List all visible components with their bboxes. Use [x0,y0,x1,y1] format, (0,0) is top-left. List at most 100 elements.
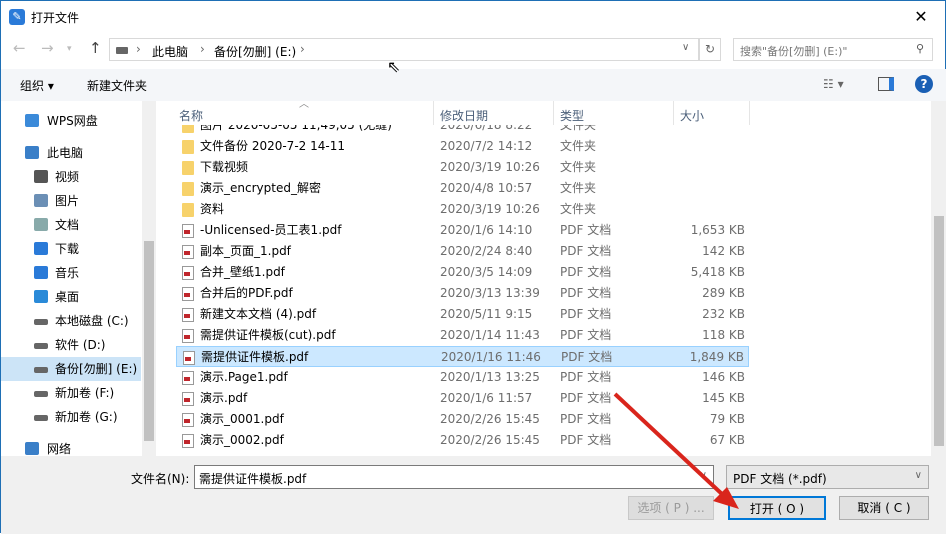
pdf-file-icon [182,434,194,448]
refresh-button[interactable]: ↻ [699,38,721,61]
file-row[interactable]: 演示_0001.pdf 2020/2/26 15:45 PDF 文档 79 KB [176,409,749,430]
file-size: 1,653 KB [690,223,745,237]
address-bar[interactable]: › 此电脑 › 备份[勿删] (E:) › ∨ [109,38,699,61]
pdf-file-icon [182,329,194,343]
file-name: 演示_0002.pdf [200,433,284,447]
file-row[interactable]: 演示.pdf 2020/1/6 11:57 PDF 文档 145 KB [176,388,749,409]
open-button[interactable]: 打开 ( O ) [728,496,826,520]
file-size: 79 KB [709,412,745,426]
cloud-icon [25,114,39,127]
file-row[interactable]: 文件备份 2020-7-2 14-11 2020/7/2 14:12 文件夹 [176,136,749,157]
sidebar-item-label: 视频 [55,170,80,184]
pdf-file-icon [182,413,194,427]
sidebar-item-label: WPS网盘 [47,114,98,128]
file-row[interactable]: 需提供证件模板.pdf 2020/1/16 11:46 PDF 文档 1,849… [176,346,749,367]
file-row[interactable]: 新建文本文档 (4).pdf 2020/5/11 9:15 PDF 文档 232… [176,304,749,325]
sidebar-item[interactable]: 软件 (D:) [1,333,141,357]
sidebar-scrollbar[interactable] [142,101,156,456]
file-size: 146 KB [702,370,745,384]
file-date: 2020/1/6 14:10 [440,223,533,237]
sidebar-item[interactable]: 文档 [1,213,141,237]
sidebar-item[interactable]: 此电脑 [1,141,141,165]
new-folder-button[interactable]: 新建文件夹 [87,77,147,94]
sidebar-item[interactable]: 新加卷 (F:) [1,381,141,405]
search-placeholder: 搜索"备份[勿删] (E:)" [740,45,848,58]
sidebar-item[interactable]: 网络 [1,437,141,456]
back-button[interactable]: ← [13,39,26,57]
sidebar-item-label: 此电脑 [47,146,84,160]
column-type[interactable]: 类型 [560,107,584,124]
file-type: PDF 文档 [560,412,612,426]
sidebar-item[interactable]: 下载 [1,237,141,261]
sidebar-item[interactable]: 新加卷 (G:) [1,405,141,429]
file-name: 演示_0001.pdf [200,412,284,426]
dialog-title: 打开文件 [31,11,80,25]
file-name: 图片 2020-05-05 11,49,05 (无缝) [200,125,392,132]
file-size: 142 KB [702,244,745,258]
cancel-button[interactable]: 取消 ( C ) [839,496,929,520]
file-name: 下载视频 [200,160,249,174]
close-button[interactable]: ✕ [901,5,941,29]
view-options-icon[interactable]: ☷ ▾ [823,77,844,91]
file-size: 67 KB [709,433,745,447]
file-list-scrollbar[interactable] [931,101,946,456]
sidebar-item[interactable]: 备份[勿删] (E:) [1,357,141,381]
file-row[interactable]: 需提供证件模板(cut).pdf 2020/1/14 11:43 PDF 文档 … [176,325,749,346]
file-type: PDF 文档 [560,391,612,405]
file-date: 2020/3/5 14:09 [440,265,533,279]
file-row[interactable]: 资料 2020/3/19 10:26 文件夹 [176,199,749,220]
options-button[interactable]: 选项 ( P ) ... [628,496,714,520]
file-row[interactable]: 演示_0002.pdf 2020/2/26 15:45 PDF 文档 67 KB [176,430,749,451]
recent-locations-button[interactable]: ▾ [67,44,72,54]
sidebar-item[interactable]: 视频 [1,165,141,189]
file-row[interactable]: 图片 2020-05-05 11,49,05 (无缝) 2020/6/18 8:… [176,125,749,136]
file-date: 2020/1/14 11:43 [440,328,540,342]
sidebar-item[interactable]: 图片 [1,189,141,213]
sidebar-item-label: 图片 [55,194,80,208]
pdf-file-icon [182,371,194,385]
help-icon[interactable]: ? [915,75,933,93]
file-row[interactable]: 合并_壁纸1.pdf 2020/3/5 14:09 PDF 文档 5,418 K… [176,262,749,283]
sidebar-item[interactable]: 桌面 [1,285,141,309]
music-icon [34,266,48,279]
column-name[interactable]: 名称 [179,107,203,124]
breadcrumb-drive[interactable]: 备份[勿删] (E:) [214,43,296,60]
column-size[interactable]: 大小 [680,107,704,124]
file-type: PDF 文档 [560,307,612,321]
navigation-pane: WPS网盘此电脑视频图片文档 下载 音乐 桌面 本地磁盘 (C:) 软件 (D:) 备份[勿… [1,101,156,456]
file-date: 2020/4/8 10:57 [440,181,533,195]
column-date[interactable]: 修改日期 [440,107,488,124]
sidebar-item-label: 网络 [47,442,72,456]
file-type: 文件夹 [560,160,597,174]
preview-pane-icon[interactable] [878,77,894,91]
file-row[interactable]: 演示.Page1.pdf 2020/1/13 13:25 PDF 文档 146 … [176,367,749,388]
file-name: 资料 [200,202,225,216]
drive-icon [34,343,48,349]
file-type-select[interactable]: PDF 文档 (*.pdf) ∨ [726,465,929,489]
filename-value: 需提供证件模板.pdf [199,472,307,486]
filename-input[interactable]: 需提供证件模板.pdf ∨ [194,465,714,489]
organize-menu[interactable]: 组织 ▾ [20,77,54,94]
pdf-file-icon [182,308,194,322]
file-size: 289 KB [702,286,745,300]
file-name: 演示_encrypted_解密 [200,181,321,195]
up-button[interactable]: ↑ [89,39,102,57]
file-name: 合并后的PDF.pdf [200,286,293,300]
sidebar-item[interactable]: WPS网盘 [1,109,141,133]
file-row[interactable]: 副本_页面_1.pdf 2020/2/24 8:40 PDF 文档 142 KB [176,241,749,262]
sidebar-item-label: 软件 (D:) [55,338,106,352]
sidebar-item[interactable]: 音乐 [1,261,141,285]
breadcrumb-this-pc[interactable]: 此电脑 [152,43,188,60]
forward-button[interactable]: → [41,39,54,57]
sidebar-item[interactable]: 本地磁盘 (C:) [1,309,141,333]
file-row[interactable]: 下载视频 2020/3/19 10:26 文件夹 [176,157,749,178]
chevron-down-icon: ∨ [699,470,707,481]
file-row[interactable]: 合并后的PDF.pdf 2020/3/13 13:39 PDF 文档 289 K… [176,283,749,304]
file-row[interactable]: -Unlicensed-员工表1.pdf 2020/1/6 14:10 PDF … [176,220,749,241]
title-bar: ✎ 打开文件 ✕ [1,1,946,33]
address-dropdown-icon[interactable]: ∨ [682,42,689,53]
file-row[interactable]: 演示_encrypted_解密 2020/4/8 10:57 文件夹 [176,178,749,199]
file-date: 2020/3/19 10:26 [440,202,540,216]
file-date: 2020/6/18 8:22 [440,125,533,132]
search-input[interactable]: 搜索"备份[勿删] (E:)" ⚲ [733,38,933,61]
